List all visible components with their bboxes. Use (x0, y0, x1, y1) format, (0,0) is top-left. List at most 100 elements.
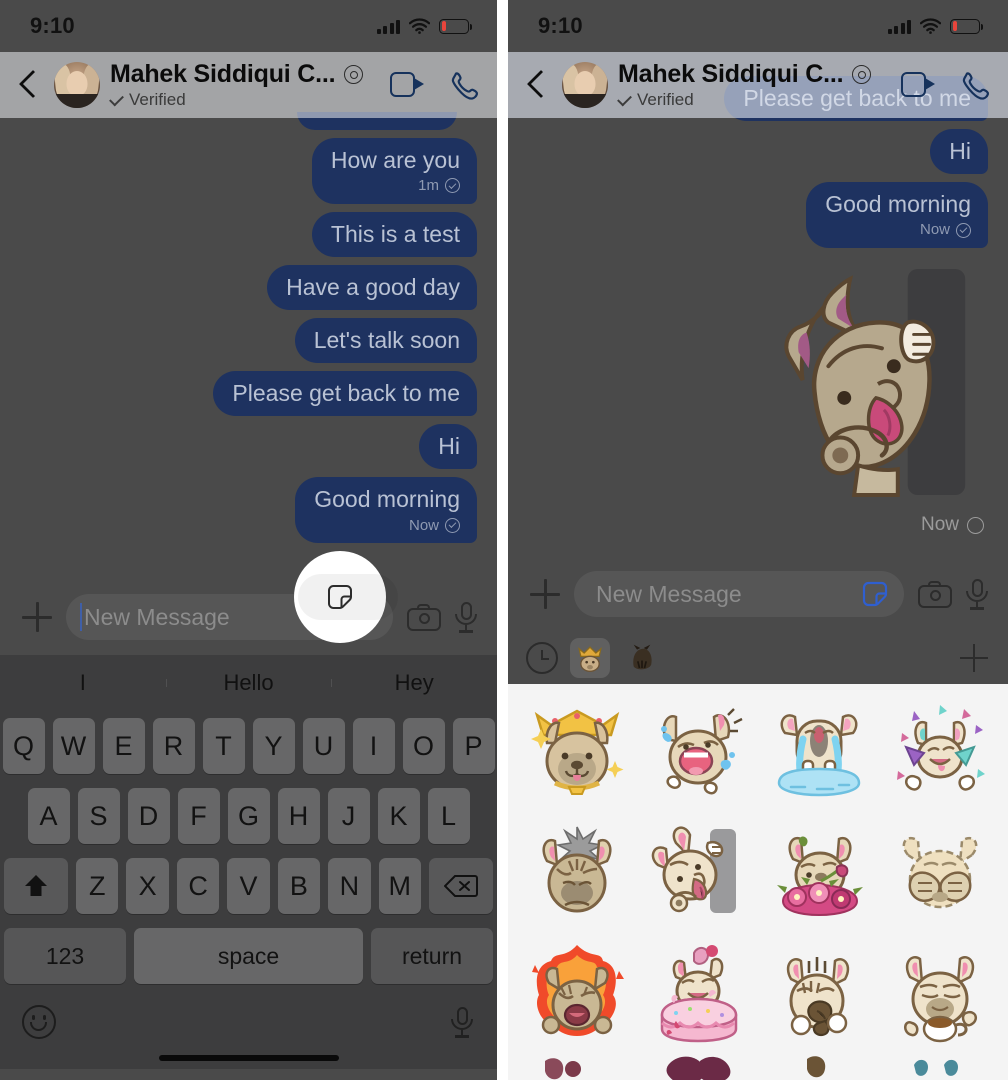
key-k[interactable]: K (377, 788, 420, 845)
key-h[interactable]: H (277, 788, 320, 845)
prediction-item[interactable]: I (0, 670, 166, 696)
message-bubble[interactable]: Good morning Now (806, 182, 988, 249)
keyboard-bottom-bar (0, 991, 497, 1053)
sticker-item[interactable] (758, 934, 879, 1056)
numbers-key[interactable]: 123 (4, 928, 126, 985)
plus-icon[interactable] (22, 602, 52, 633)
microphone-icon[interactable] (966, 578, 988, 610)
sticker-item[interactable] (879, 1056, 1000, 1080)
key-x[interactable]: X (126, 858, 169, 915)
key-j[interactable]: J (327, 788, 370, 845)
contact-avatar[interactable] (562, 62, 608, 108)
sticker-item[interactable] (637, 934, 758, 1056)
keyboard-row-2: A S D F G H J K L (0, 781, 497, 851)
sticker-pack-tab-dark-dog[interactable] (622, 638, 662, 678)
message-input-field[interactable]: New Message (574, 571, 904, 618)
video-camera-icon[interactable] (390, 72, 424, 98)
message-input-bar: New Message (508, 558, 1008, 632)
microphone-icon[interactable] (455, 601, 477, 633)
return-key[interactable]: return (371, 928, 493, 985)
sticker-item[interactable] (758, 690, 879, 812)
camera-icon[interactable] (918, 580, 952, 608)
key-s[interactable]: S (77, 788, 120, 845)
at-profile-icon[interactable] (852, 65, 872, 84)
key-r[interactable]: R (152, 718, 195, 775)
phone-icon[interactable] (450, 71, 479, 100)
key-g[interactable]: G (227, 788, 270, 845)
message-time: 1m (418, 177, 439, 195)
sticker-item[interactable] (516, 934, 637, 1056)
emoji-icon[interactable] (22, 1005, 56, 1040)
key-n[interactable]: N (328, 858, 371, 915)
delete-key[interactable] (428, 858, 493, 915)
key-y[interactable]: Y (252, 718, 295, 775)
video-camera-icon[interactable] (901, 72, 935, 98)
message-bubble[interactable]: Hi (930, 129, 988, 175)
back-button[interactable] (522, 67, 552, 103)
add-sticker-pack-icon[interactable] (960, 644, 988, 673)
back-button[interactable] (14, 67, 44, 103)
at-profile-icon[interactable] (344, 65, 364, 84)
sticker-item[interactable] (637, 690, 758, 812)
key-u[interactable]: U (302, 718, 345, 775)
sticker-icon[interactable] (325, 582, 355, 612)
key-v[interactable]: V (227, 858, 270, 915)
sticker-item[interactable] (516, 1056, 637, 1080)
prediction-item[interactable]: Hey (331, 670, 497, 696)
prediction-item[interactable]: Hello (165, 670, 332, 696)
status-bar: 9:10 (508, 0, 1008, 52)
sticker-item[interactable] (637, 1056, 758, 1080)
verified-check-icon (618, 96, 632, 105)
key-e[interactable]: E (102, 718, 145, 775)
key-z[interactable]: Z (76, 858, 119, 915)
keyboard-row-1: Q W E R T Y U I O P (0, 711, 497, 781)
sticker-message[interactable] (758, 260, 988, 510)
key-a[interactable]: A (27, 788, 70, 845)
sticker-icon[interactable] (860, 579, 890, 609)
key-i[interactable]: I (352, 718, 395, 775)
sticker-message-time: Now (920, 514, 959, 536)
space-key[interactable]: space (134, 928, 363, 985)
message-bubble[interactable]: Hi (419, 424, 477, 470)
shift-key[interactable] (4, 858, 69, 915)
sticker-pack-tab-crowned-dog[interactable] (570, 638, 610, 679)
clock-icon[interactable] (526, 642, 558, 675)
message-bubble[interactable]: Please get back to me (213, 371, 477, 417)
sticker-item[interactable] (637, 812, 758, 934)
sticker-item[interactable] (879, 690, 1000, 812)
message-bubble[interactable]: Have a good day (267, 264, 477, 311)
key-c[interactable]: C (176, 858, 220, 915)
key-f[interactable]: F (177, 788, 220, 845)
message-bubble[interactable]: This is a test (311, 211, 477, 257)
on-screen-keyboard: I Hello Hey Q W E R T Y U I O P A S D F (0, 655, 497, 1070)
key-o[interactable]: O (402, 718, 445, 775)
sticker-item[interactable] (758, 1056, 879, 1080)
camera-icon[interactable] (407, 603, 441, 631)
plus-icon[interactable] (530, 579, 560, 610)
message-bubble[interactable]: How are you 1m (311, 138, 477, 204)
sticker-item[interactable] (879, 812, 1000, 934)
key-d[interactable]: D (127, 788, 170, 845)
sticker-item[interactable] (758, 812, 879, 934)
phone-icon[interactable] (961, 71, 990, 100)
message-bubble[interactable]: Good morning Now (295, 477, 477, 544)
sticker-item[interactable] (879, 934, 1000, 1056)
dictation-microphone-icon[interactable] (451, 1006, 473, 1038)
sticker-pack-tabs (508, 632, 1008, 684)
key-q[interactable]: Q (2, 718, 45, 775)
key-w[interactable]: W (52, 718, 95, 775)
sticker-item[interactable] (516, 690, 637, 812)
sticker-item[interactable] (516, 812, 637, 934)
key-l[interactable]: L (427, 788, 470, 845)
key-t[interactable]: T (202, 718, 245, 775)
message-text: This is a test (330, 220, 460, 247)
sticker-button-highlight[interactable] (294, 551, 398, 643)
key-b[interactable]: B (277, 858, 321, 915)
message-bubble[interactable]: Let's talk soon (294, 318, 477, 364)
key-m[interactable]: M (378, 858, 421, 915)
contact-avatar[interactable] (54, 62, 100, 108)
left-phone-panel: 9:10 Mahek Siddiqui C... Verified How ar… (0, 0, 497, 1080)
message-text: Hi (438, 433, 460, 460)
key-p[interactable]: P (452, 718, 495, 775)
delivered-check-icon (956, 222, 971, 238)
